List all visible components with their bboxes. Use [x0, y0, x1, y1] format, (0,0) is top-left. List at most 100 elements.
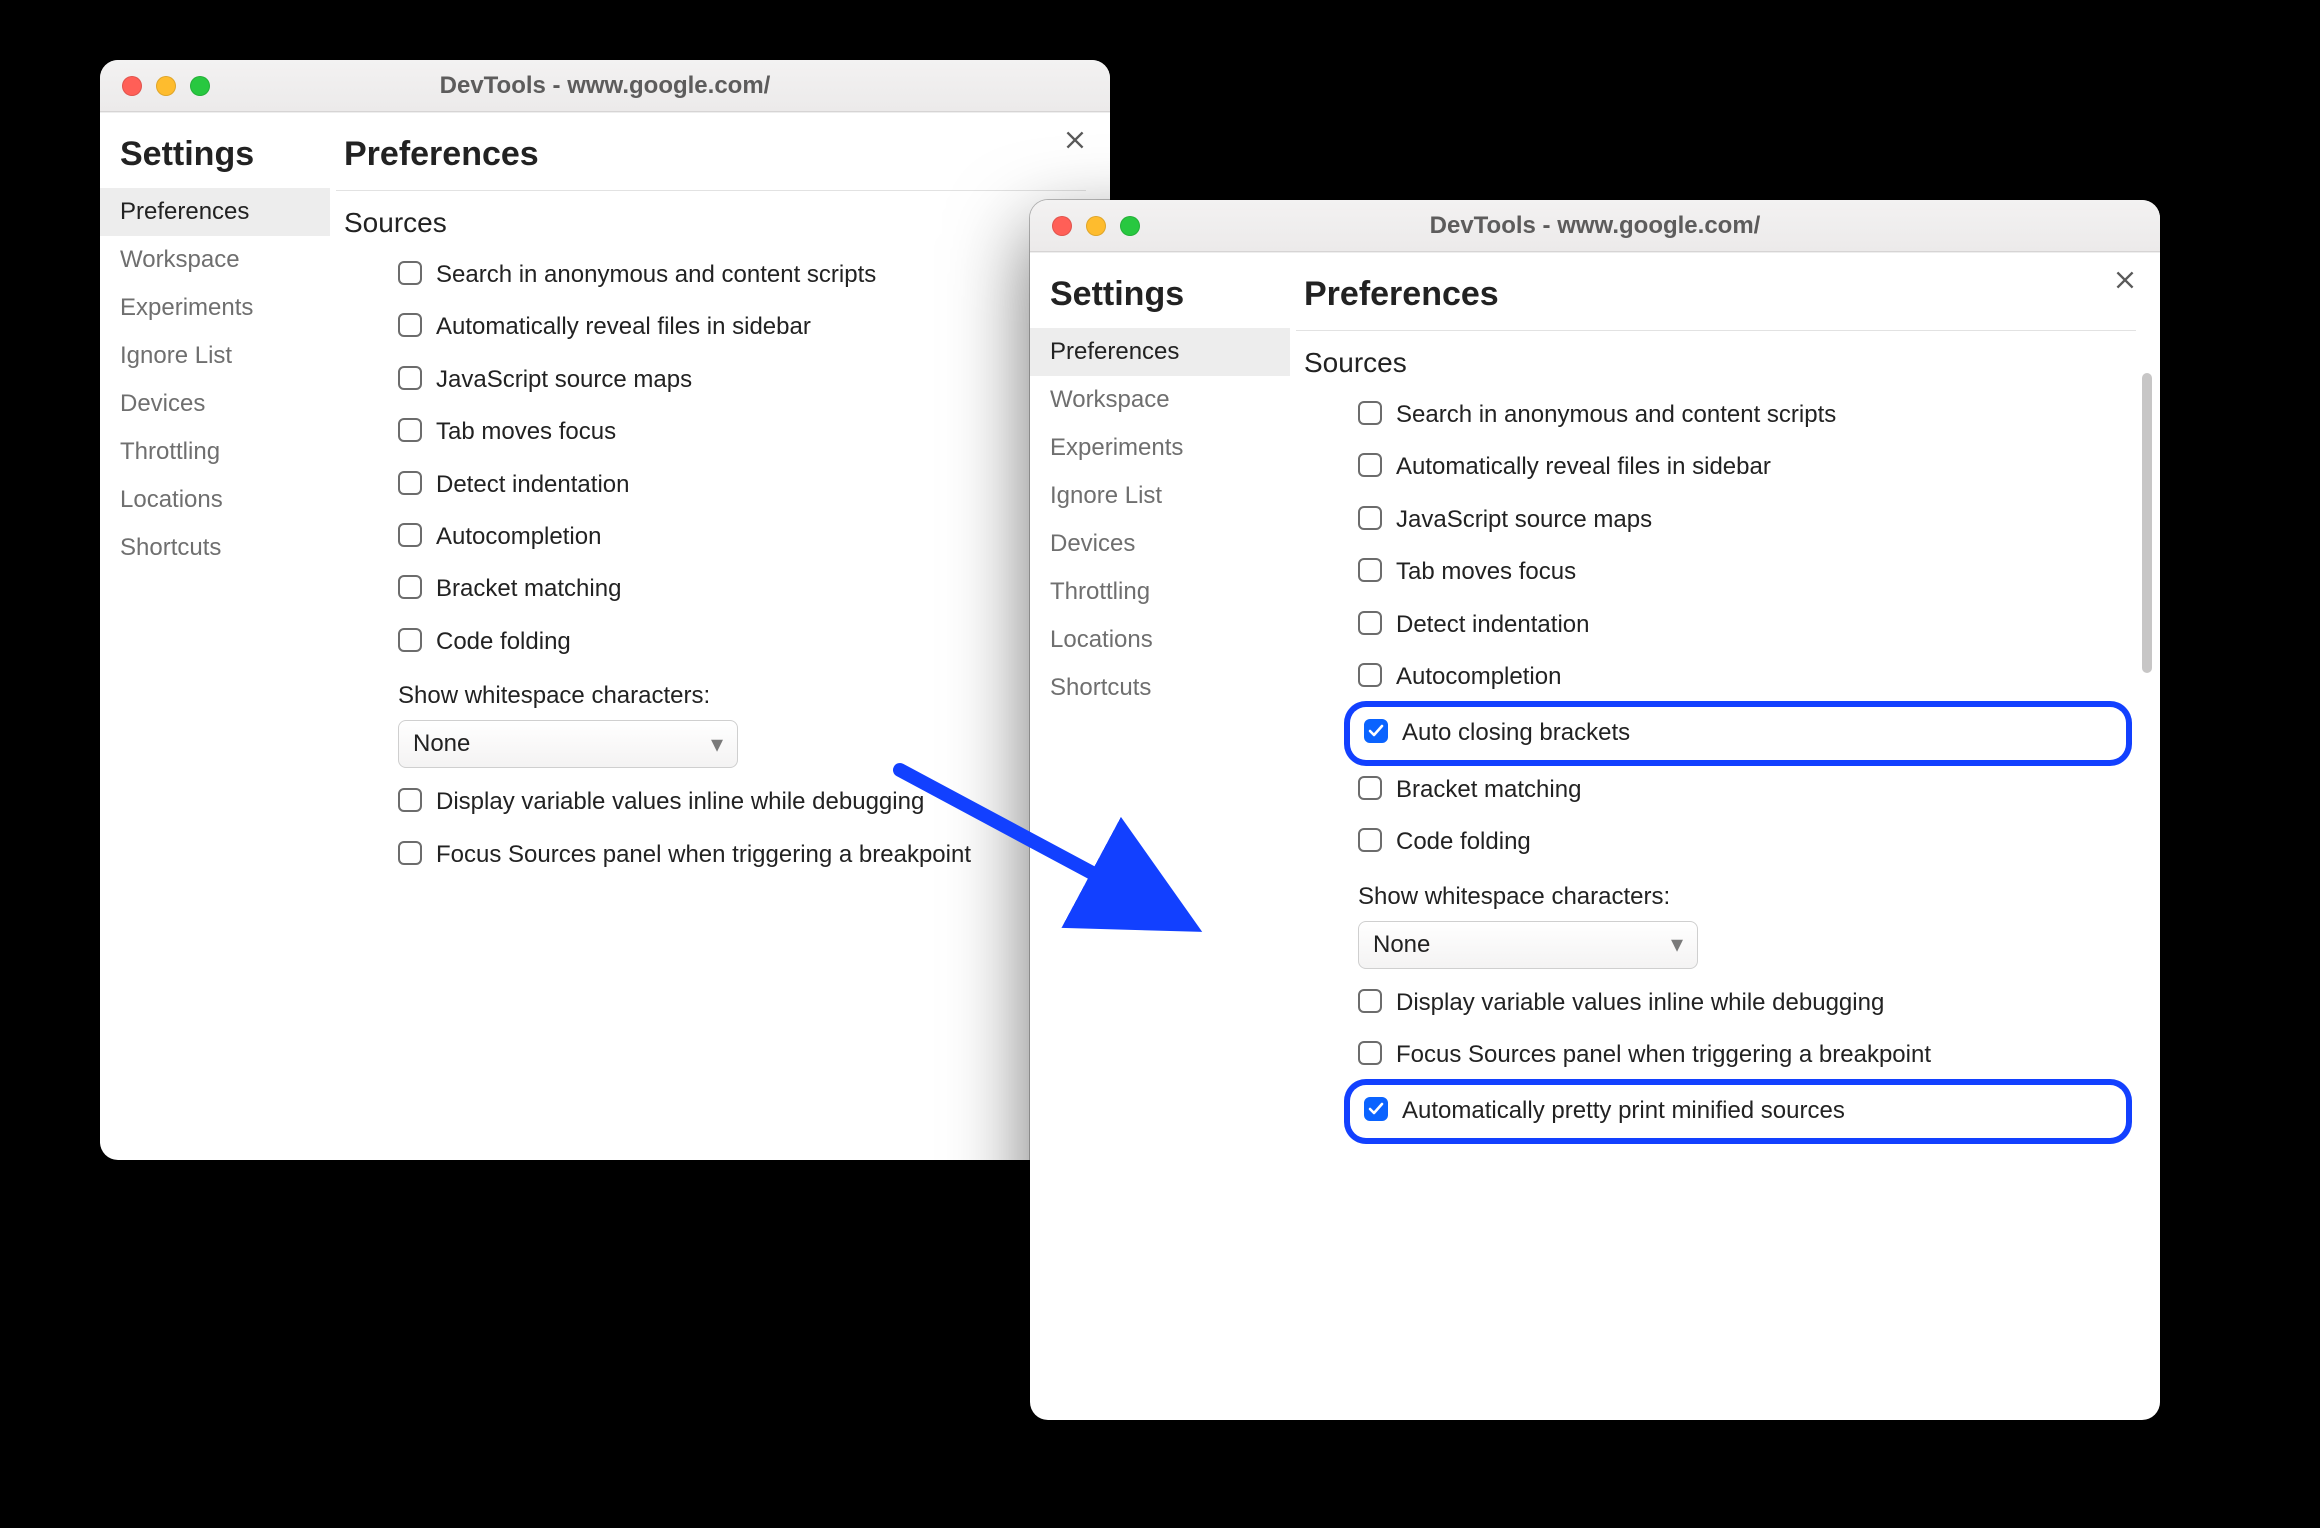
sidebar-item-workspace[interactable]: Workspace [100, 236, 330, 284]
sidebar-item-throttling[interactable]: Throttling [100, 428, 330, 476]
option-label: Search in anonymous and content scripts [1396, 399, 1836, 431]
checkbox[interactable] [1358, 453, 1382, 477]
sidebar-item-label: Experiments [120, 294, 253, 321]
option-row[interactable]: Autocompletion [1350, 651, 2126, 703]
sidebar-item-label: Experiments [1050, 434, 1183, 461]
checkbox[interactable] [1364, 719, 1388, 743]
checkbox[interactable] [398, 523, 422, 547]
option-row[interactable]: Detect indentation [1350, 599, 2126, 651]
checkbox[interactable] [398, 628, 422, 652]
whitespace-label: Show whitespace characters: [390, 668, 1076, 720]
sidebar-item-ignore-list[interactable]: Ignore List [1030, 472, 1290, 520]
checkbox[interactable] [398, 418, 422, 442]
checkbox[interactable] [398, 471, 422, 495]
option-row[interactable]: Display variable values inline while deb… [390, 776, 1076, 828]
checkbox[interactable] [1358, 558, 1382, 582]
titlebar[interactable]: DevTools - www.google.com/ [1030, 200, 2160, 252]
sidebar-item-experiments[interactable]: Experiments [1030, 424, 1290, 472]
sidebar-item-devices[interactable]: Devices [1030, 520, 1290, 568]
option-row[interactable]: Code folding [1350, 816, 2126, 868]
option-row[interactable]: JavaScript source maps [1350, 494, 2126, 546]
option-label: JavaScript source maps [1396, 504, 1652, 536]
option-label: Detect indentation [436, 469, 629, 501]
whitespace-select[interactable]: None ▾ [398, 720, 738, 768]
sidebar-item-devices[interactable]: Devices [100, 380, 330, 428]
close-window-icon[interactable] [1052, 216, 1072, 236]
sidebar-item-shortcuts[interactable]: Shortcuts [1030, 664, 1290, 712]
option-row[interactable]: Code folding [390, 616, 1076, 668]
devtools-window-after: DevTools - www.google.com/ Settings Pref… [1030, 200, 2160, 1420]
sidebar-item-throttling[interactable]: Throttling [1030, 568, 1290, 616]
close-window-icon[interactable] [122, 76, 142, 96]
option-row[interactable]: Automatically reveal files in sidebar [1350, 441, 2126, 493]
checkbox[interactable] [1358, 1041, 1382, 1065]
sidebar-item-label: Throttling [1050, 578, 1150, 605]
option-label: Automatically reveal files in sidebar [1396, 451, 1771, 483]
window-title: DevTools - www.google.com/ [1030, 212, 2160, 240]
checkbox[interactable] [1358, 506, 1382, 530]
option-row[interactable]: Bracket matching [1350, 764, 2126, 816]
settings-title: Settings [100, 127, 330, 188]
sidebar-item-experiments[interactable]: Experiments [100, 284, 330, 332]
option-row[interactable]: Bracket matching [390, 563, 1076, 615]
option-label: Automatically reveal files in sidebar [436, 311, 811, 343]
option-label: Display variable values inline while deb… [1396, 987, 1884, 1019]
option-row[interactable]: JavaScript source maps [390, 354, 1076, 406]
sidebar-item-label: Locations [120, 486, 223, 513]
sidebar-item-label: Preferences [1050, 338, 1179, 365]
sidebar-item-shortcuts[interactable]: Shortcuts [100, 524, 330, 572]
scroll-thumb[interactable] [2142, 373, 2152, 673]
checkbox[interactable] [398, 575, 422, 599]
sidebar-item-preferences[interactable]: Preferences [100, 188, 330, 236]
checkbox[interactable] [1358, 401, 1382, 425]
checkbox[interactable] [1358, 611, 1382, 635]
zoom-window-icon[interactable] [1120, 216, 1140, 236]
chevron-down-icon: ▾ [1671, 930, 1683, 959]
checkbox[interactable] [398, 261, 422, 285]
zoom-window-icon[interactable] [190, 76, 210, 96]
checkbox[interactable] [398, 788, 422, 812]
checkbox[interactable] [1364, 1097, 1388, 1121]
option-row[interactable]: Automatically reveal files in sidebar [390, 301, 1076, 353]
option-row[interactable]: Search in anonymous and content scripts [390, 249, 1076, 301]
option-row[interactable]: Automatically pretty print minified sour… [1350, 1085, 2126, 1137]
titlebar[interactable]: DevTools - www.google.com/ [100, 60, 1110, 112]
option-row[interactable]: Tab moves focus [390, 406, 1076, 458]
section-title: Sources [1296, 341, 2136, 389]
checkbox[interactable] [1358, 989, 1382, 1013]
option-label: Tab moves focus [1396, 556, 1576, 588]
whitespace-select[interactable]: None ▾ [1358, 921, 1698, 969]
checkbox[interactable] [1358, 776, 1382, 800]
sidebar-item-workspace[interactable]: Workspace [1030, 376, 1290, 424]
option-row[interactable]: Tab moves focus [1350, 546, 2126, 598]
sidebar-item-locations[interactable]: Locations [1030, 616, 1290, 664]
option-label: Detect indentation [1396, 609, 1589, 641]
option-label: Autocompletion [436, 521, 601, 553]
whitespace-value: None [1373, 931, 1430, 959]
minimize-window-icon[interactable] [156, 76, 176, 96]
page-title: Preferences [336, 127, 1086, 191]
sidebar-item-label: Shortcuts [120, 534, 221, 561]
window-controls [1030, 216, 1140, 236]
preferences-panel: Preferences Sources Search in anonymous … [1290, 253, 2160, 1420]
checkbox[interactable] [398, 841, 422, 865]
sidebar-item-locations[interactable]: Locations [100, 476, 330, 524]
option-row[interactable]: Autocompletion [390, 511, 1076, 563]
option-label: Automatically pretty print minified sour… [1402, 1095, 1845, 1127]
option-row[interactable]: Search in anonymous and content scripts [1350, 389, 2126, 441]
checkbox[interactable] [1358, 828, 1382, 852]
sidebar-item-ignore-list[interactable]: Ignore List [100, 332, 330, 380]
sidebar-item-preferences[interactable]: Preferences [1030, 328, 1290, 376]
option-row[interactable]: Focus Sources panel when triggering a br… [390, 829, 1076, 881]
sidebar-item-label: Devices [1050, 530, 1135, 557]
option-row[interactable]: Detect indentation [390, 459, 1076, 511]
option-row[interactable]: Focus Sources panel when triggering a br… [1350, 1029, 2126, 1081]
checkbox[interactable] [1358, 663, 1382, 687]
minimize-window-icon[interactable] [1086, 216, 1106, 236]
option-row[interactable]: Display variable values inline while deb… [1350, 977, 2126, 1029]
scrollbar[interactable] [2140, 373, 2154, 1406]
checkbox[interactable] [398, 313, 422, 337]
checkbox[interactable] [398, 366, 422, 390]
option-row[interactable]: Auto closing brackets [1350, 707, 2126, 759]
preferences-panel: Preferences Sources Search in anonymous … [330, 113, 1110, 1160]
